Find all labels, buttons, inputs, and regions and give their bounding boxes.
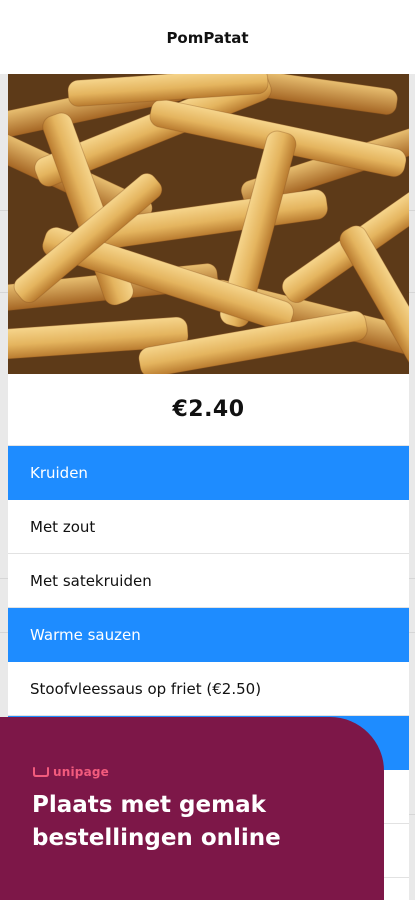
unipage-logo-icon bbox=[33, 767, 49, 777]
promo-text: Plaats met gemak bestellingen online bbox=[32, 792, 281, 851]
option-met-zout[interactable]: Met zout bbox=[8, 500, 409, 554]
section-header-kruiden: Kruiden bbox=[8, 446, 409, 500]
app-title: PomPatat bbox=[166, 29, 249, 47]
app-bar: PomPatat bbox=[0, 0, 415, 74]
option-stoofvleessaus[interactable]: Stoofvleessaus op friet (€2.50) bbox=[8, 662, 409, 716]
promo-banner[interactable]: unipage Plaats met gemak bestellingen on… bbox=[0, 717, 384, 900]
fries-image bbox=[8, 74, 409, 374]
product-image bbox=[8, 74, 409, 374]
option-met-satekruiden[interactable]: Met satekruiden bbox=[8, 554, 409, 608]
price-row: €2.40 bbox=[8, 374, 409, 446]
unipage-logo: unipage bbox=[32, 763, 384, 781]
unipage-brand-text: unipage bbox=[53, 765, 110, 779]
product-price: €2.40 bbox=[172, 397, 245, 422]
section-header-warme-sauzen: Warme sauzen bbox=[8, 608, 409, 662]
